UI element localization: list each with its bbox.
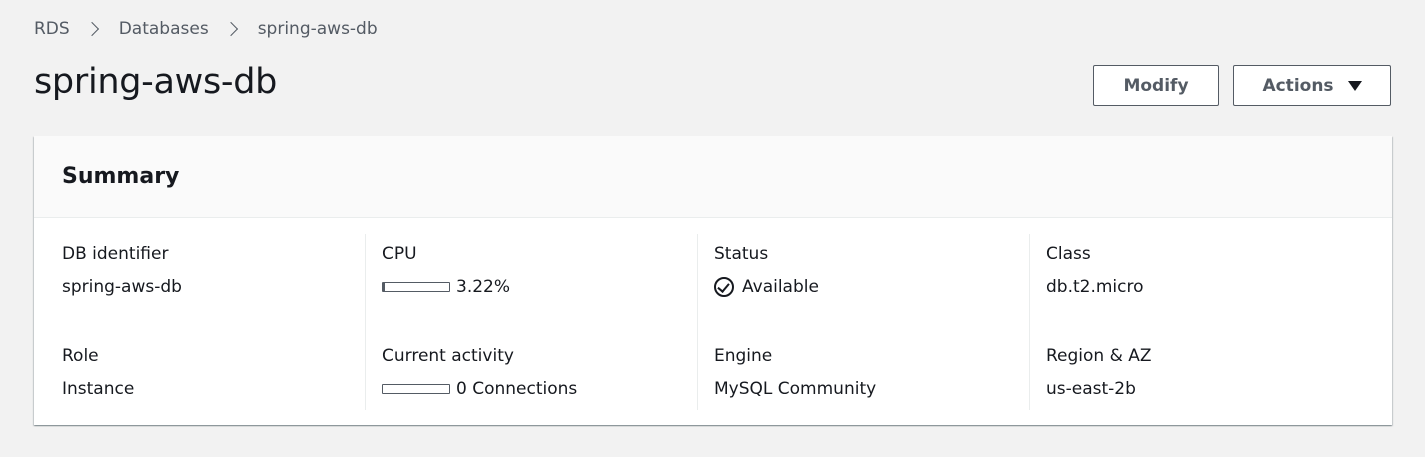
summary-title: Summary	[62, 164, 180, 189]
status-field: Status Available	[714, 244, 1029, 336]
engine-label: Engine	[714, 346, 773, 366]
cpu-progress-bar	[382, 282, 450, 292]
status-value-row: Available	[714, 277, 1029, 297]
class-value: db.t2.micro	[1046, 277, 1144, 297]
modify-button[interactable]: Modify	[1093, 65, 1219, 106]
summary-column-4: Class db.t2.micro Region & AZ us-east-2b	[1030, 234, 1362, 410]
class-label: Class	[1046, 244, 1091, 264]
caret-down-icon	[1347, 80, 1362, 91]
class-field: Class db.t2.micro	[1046, 244, 1362, 336]
current-activity-value: 0 Connections	[456, 379, 578, 399]
summary-header: Summary	[34, 136, 1392, 218]
cpu-value: 3.22%	[456, 277, 511, 297]
summary-grid: DB identifier spring-aws-db Role Instanc…	[34, 218, 1392, 410]
role-field: Role Instance	[62, 346, 365, 438]
cpu-progress-fill	[383, 283, 386, 291]
region-az-value: us-east-2b	[1046, 379, 1136, 399]
cpu-label: CPU	[382, 244, 417, 264]
chevron-right-icon	[223, 21, 238, 37]
current-activity-field: Current activity 0 Connections	[382, 346, 697, 438]
summary-panel: Summary DB identifier spring-aws-db Role…	[34, 136, 1392, 425]
db-identifier-field: DB identifier spring-aws-db	[62, 244, 365, 336]
status-value: Available	[742, 277, 819, 297]
breadcrumb-current: spring-aws-db	[257, 19, 378, 39]
cpu-value-row: 3.22%	[382, 277, 697, 297]
actions-button[interactable]: Actions	[1233, 65, 1391, 106]
current-activity-label: Current activity	[382, 346, 514, 366]
summary-column-1: DB identifier spring-aws-db Role Instanc…	[34, 234, 366, 410]
actions-button-label: Actions	[1262, 75, 1334, 96]
engine-value: MySQL Community	[714, 379, 877, 399]
page-title: spring-aws-db	[34, 62, 278, 102]
summary-column-3: Status Available Engine MySQL Community	[698, 234, 1030, 410]
role-value: Instance	[62, 379, 135, 399]
summary-column-2: CPU 3.22% Current activity 0 Connections	[366, 234, 698, 410]
region-az-label: Region & AZ	[1046, 346, 1152, 366]
breadcrumb-rds[interactable]: RDS	[34, 19, 70, 39]
engine-field: Engine MySQL Community	[714, 346, 1029, 438]
chevron-right-icon	[84, 21, 99, 37]
role-label: Role	[62, 346, 99, 366]
cpu-field: CPU 3.22%	[382, 244, 697, 336]
db-identifier-value: spring-aws-db	[62, 277, 182, 297]
status-label: Status	[714, 244, 769, 264]
breadcrumb-databases[interactable]: Databases	[119, 19, 209, 39]
breadcrumb: RDS Databases spring-aws-db	[34, 19, 378, 39]
activity-progress-bar	[382, 384, 450, 394]
db-identifier-label: DB identifier	[62, 244, 169, 264]
region-az-field: Region & AZ us-east-2b	[1046, 346, 1362, 438]
current-activity-value-row: 0 Connections	[382, 379, 697, 399]
check-circle-icon	[714, 277, 734, 297]
